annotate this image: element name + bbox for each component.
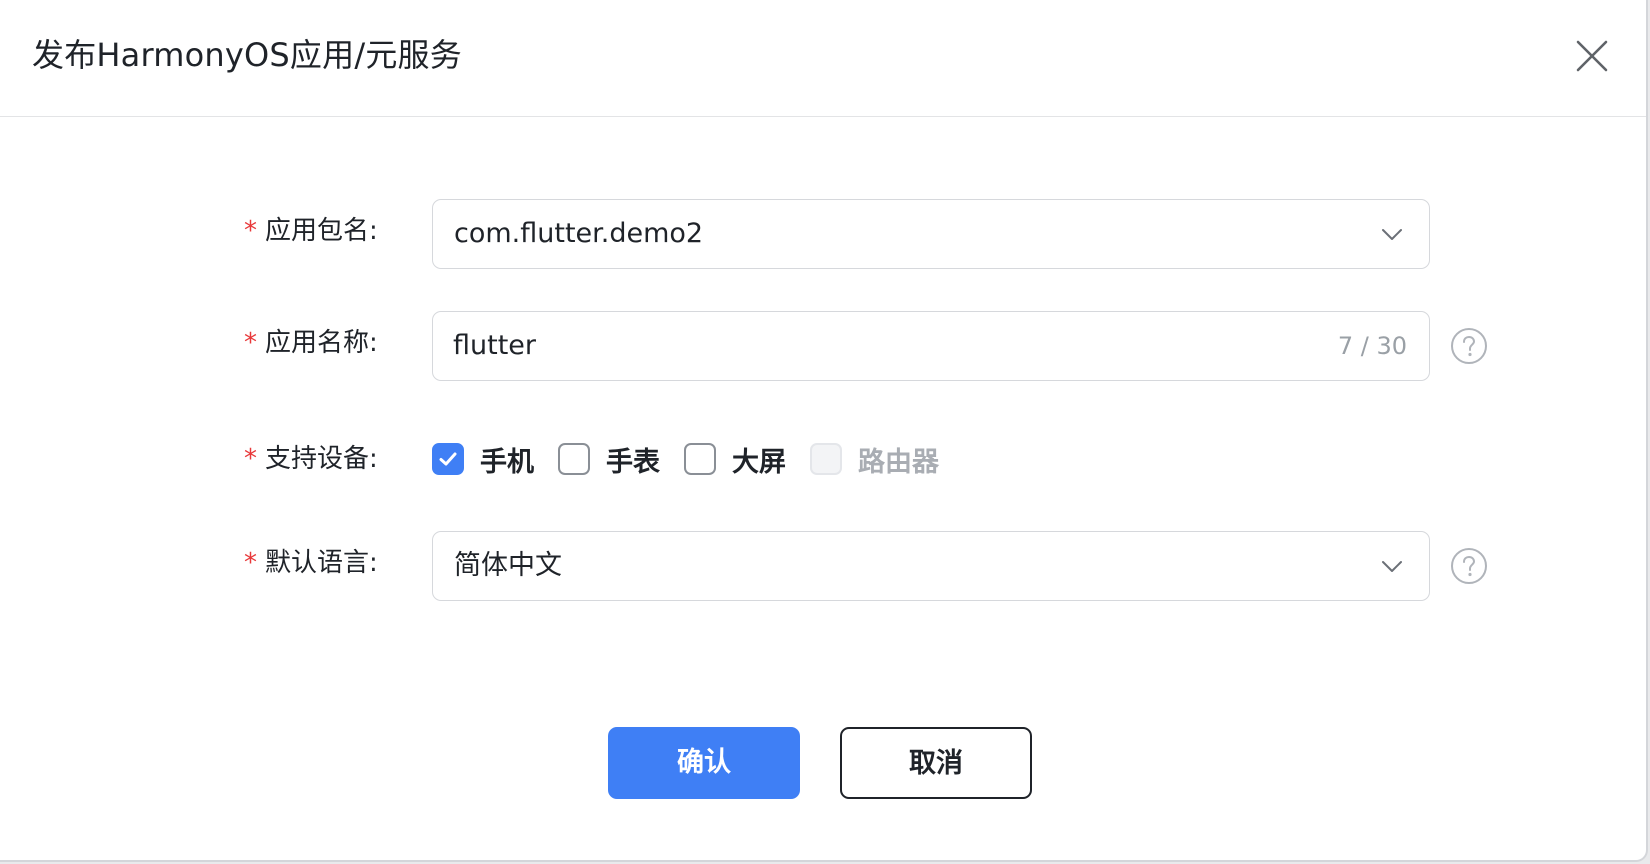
required-mark: * [244,216,257,246]
chevron-down-icon [1382,229,1402,240]
device-label: 手机 [480,446,534,478]
question-circle-icon[interactable] [1450,327,1488,365]
app-name-label: * 应用名称: [244,328,378,358]
app-name-field[interactable]: 7 / 30 [432,311,1430,381]
checkbox-unchecked[interactable] [684,443,716,475]
device-label: 路由器 [858,446,939,478]
checkbox-unchecked[interactable] [558,443,590,475]
app-name-input[interactable] [453,312,1253,378]
device-label: 手表 [606,446,660,478]
checkmark-icon [439,452,457,466]
chevron-down-icon [1382,561,1402,572]
devices-label: * 支持设备: [244,444,378,474]
device-option-router: 路由器 [810,440,939,479]
confirm-button[interactable]: 确认 [608,727,800,799]
device-option-watch[interactable]: 手表 [558,440,660,479]
language-label: * 默认语言: [244,548,378,578]
language-select[interactable]: 简体中文 [432,531,1430,601]
checkbox-disabled [810,443,842,475]
package-label: * 应用包名: [244,216,378,246]
dialog-header: 发布HarmonyOS应用/元服务 [0,0,1646,117]
required-mark: * [244,328,257,358]
close-icon[interactable] [1572,36,1612,76]
language-value: 简体中文 [454,550,562,581]
device-label: 大屏 [732,446,786,478]
cancel-button[interactable]: 取消 [840,727,1032,799]
checkbox-checked[interactable] [432,443,464,475]
device-checkbox-group: 手机 手表 大屏 路由器 [432,439,963,479]
publish-dialog: 发布HarmonyOS应用/元服务 * 应用包名: com.flutter.dem… [0,0,1648,862]
device-option-phone[interactable]: 手机 [432,440,534,479]
device-option-tv[interactable]: 大屏 [684,440,786,479]
required-mark: * [244,444,257,474]
question-circle-icon[interactable] [1450,547,1488,585]
package-value: com.flutter.demo2 [454,218,704,249]
dialog-title: 发布HarmonyOS应用/元服务 [32,36,462,74]
char-counter: 7 / 30 [1337,332,1407,360]
required-mark: * [244,548,257,578]
package-select[interactable]: com.flutter.demo2 [432,199,1430,269]
